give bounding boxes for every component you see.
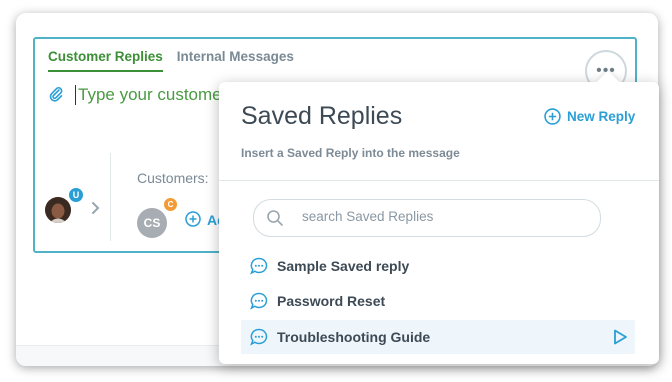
new-reply-label: New Reply (567, 109, 636, 124)
saved-replies-subtitle: Insert a Saved Reply into the message (241, 146, 460, 160)
plus-circle-icon[interactable] (185, 211, 201, 227)
saved-reply-label: Password Reset (277, 293, 386, 309)
divider (110, 153, 111, 241)
new-reply-button[interactable]: New Reply (544, 108, 635, 125)
plus-circle-icon (544, 108, 561, 125)
customer-avatar[interactable]: CS (137, 208, 167, 238)
search-icon (267, 210, 283, 226)
saved-reply-label: Sample Saved reply (277, 258, 410, 274)
customer-badge: C (163, 197, 178, 212)
chat-bubble-icon (250, 257, 268, 275)
assignee-badge: U (68, 187, 84, 203)
search-box (253, 199, 601, 237)
agent-avatar[interactable] (45, 197, 71, 223)
tab-customer-replies[interactable]: Customer Replies (48, 49, 163, 72)
customers-label: Customers: (137, 170, 209, 186)
saved-replies-title: Saved Replies (241, 102, 403, 130)
divider (219, 180, 659, 181)
saved-replies-popover: Saved Replies New Reply Insert a Saved R… (219, 70, 659, 364)
saved-reply-label: Troubleshooting Guide (277, 329, 431, 345)
chat-bubble-icon (250, 292, 268, 310)
search-input[interactable] (302, 209, 582, 224)
saved-reply-item[interactable]: Sample Saved reply (241, 249, 635, 283)
tab-internal-messages[interactable]: Internal Messages (177, 49, 294, 72)
paperclip-icon[interactable] (48, 86, 64, 102)
chat-bubble-icon (250, 328, 268, 346)
avatar-image (45, 197, 71, 223)
saved-reply-item[interactable]: Password Reset (241, 284, 635, 318)
insert-play-icon[interactable] (611, 328, 629, 346)
chevron-right-icon[interactable] (91, 201, 101, 215)
saved-reply-item-selected[interactable]: Troubleshooting Guide (241, 320, 635, 354)
composer-tabs: Customer Replies Internal Messages (48, 49, 294, 72)
